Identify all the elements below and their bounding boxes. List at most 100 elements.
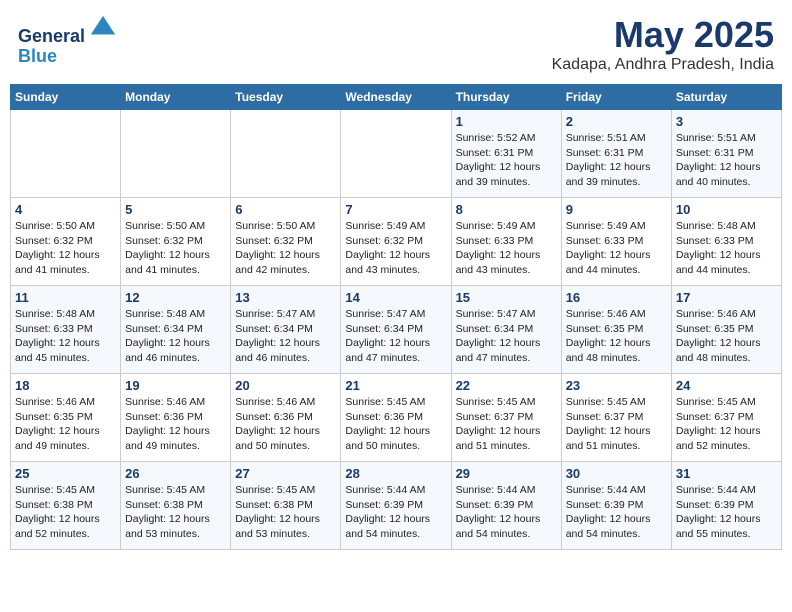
logo: General Blue — [18, 14, 117, 67]
weekday-header-sunday: Sunday — [11, 85, 121, 110]
day-number: 12 — [125, 290, 226, 305]
calendar-cell: 1Sunrise: 5:52 AM Sunset: 6:31 PM Daylig… — [451, 110, 561, 198]
day-info: Sunrise: 5:44 AM Sunset: 6:39 PM Dayligh… — [566, 483, 667, 542]
day-number: 22 — [456, 378, 557, 393]
day-number: 20 — [235, 378, 336, 393]
day-info: Sunrise: 5:48 AM Sunset: 6:34 PM Dayligh… — [125, 307, 226, 366]
calendar-cell: 27Sunrise: 5:45 AM Sunset: 6:38 PM Dayli… — [231, 462, 341, 550]
calendar-cell: 30Sunrise: 5:44 AM Sunset: 6:39 PM Dayli… — [561, 462, 671, 550]
calendar-cell: 11 Sunrise: 5:48 AM Sunset: 6:33 PM Dayli… — [11, 286, 121, 374]
calendar-table: SundayMondayTuesdayWednesdayThursdayFrid… — [10, 84, 782, 550]
weekday-header-tuesday: Tuesday — [231, 85, 341, 110]
day-info: Sunrise: 5:44 AM Sunset: 6:39 PM Dayligh… — [456, 483, 557, 542]
day-number: 24 — [676, 378, 777, 393]
calendar-cell: 6 Sunrise: 5:50 AM Sunset: 6:32 PM Daylig… — [231, 198, 341, 286]
day-number: 10 — [676, 202, 777, 217]
calendar-cell: 25Sunrise: 5:45 AM Sunset: 6:38 PM Dayli… — [11, 462, 121, 550]
day-number: 2 — [566, 114, 667, 129]
calendar-cell: 26Sunrise: 5:45 AM Sunset: 6:38 PM Dayli… — [121, 462, 231, 550]
day-number: 11 — [15, 290, 116, 305]
day-info: Sunrise: 5:50 AM Sunset: 6:32 PM Dayligh… — [15, 219, 116, 278]
calendar-cell: 2 Sunrise: 5:51 AM Sunset: 6:31 PM Daylig… — [561, 110, 671, 198]
calendar-cell — [231, 110, 341, 198]
day-info: Sunrise: 5:46 AM Sunset: 6:36 PM Dayligh… — [125, 395, 226, 454]
day-number: 25 — [15, 466, 116, 481]
calendar-cell: 8Sunrise: 5:49 AM Sunset: 6:33 PM Daylig… — [451, 198, 561, 286]
day-number: 23 — [566, 378, 667, 393]
day-number: 4 — [15, 202, 116, 217]
day-info: Sunrise: 5:45 AM Sunset: 6:37 PM Dayligh… — [676, 395, 777, 454]
weekday-header-saturday: Saturday — [671, 85, 781, 110]
day-info: Sunrise: 5:49 AM Sunset: 6:33 PM Dayligh… — [456, 219, 557, 278]
title-block: May 2025 Kadapa, Andhra Pradesh, India — [552, 14, 774, 74]
location-title: Kadapa, Andhra Pradesh, India — [552, 56, 774, 74]
day-number: 13 — [235, 290, 336, 305]
calendar-cell: 16Sunrise: 5:46 AM Sunset: 6:35 PM Dayli… — [561, 286, 671, 374]
day-info: Sunrise: 5:44 AM Sunset: 6:39 PM Dayligh… — [676, 483, 777, 542]
logo-icon — [89, 14, 117, 42]
day-info: Sunrise: 5:48 AM Sunset: 6:33 PM Dayligh… — [676, 219, 777, 278]
calendar-cell: 24 Sunrise: 5:45 AM Sunset: 6:37 PM Dayli… — [671, 374, 781, 462]
weekday-header-thursday: Thursday — [451, 85, 561, 110]
calendar-cell: 4 Sunrise: 5:50 AM Sunset: 6:32 PM Daylig… — [11, 198, 121, 286]
calendar-cell: 31 Sunrise: 5:44 AM Sunset: 6:39 PM Dayli… — [671, 462, 781, 550]
day-info: Sunrise: 5:49 AM Sunset: 6:32 PM Dayligh… — [345, 219, 446, 278]
day-number: 14 — [345, 290, 446, 305]
day-number: 18 — [15, 378, 116, 393]
day-info: Sunrise: 5:45 AM Sunset: 6:37 PM Dayligh… — [456, 395, 557, 454]
calendar-cell: 21Sunrise: 5:45 AM Sunset: 6:36 PM Dayli… — [341, 374, 451, 462]
calendar-cell: 18Sunrise: 5:46 AM Sunset: 6:35 PM Dayli… — [11, 374, 121, 462]
day-info: Sunrise: 5:47 AM Sunset: 6:34 PM Dayligh… — [235, 307, 336, 366]
day-info: Sunrise: 5:45 AM Sunset: 6:38 PM Dayligh… — [125, 483, 226, 542]
day-info: Sunrise: 5:51 AM Sunset: 6:31 PM Dayligh… — [566, 131, 667, 190]
day-number: 31 — [676, 466, 777, 481]
weekday-header-friday: Friday — [561, 85, 671, 110]
weekday-header-wednesday: Wednesday — [341, 85, 451, 110]
day-number: 5 — [125, 202, 226, 217]
day-info: Sunrise: 5:51 AM Sunset: 6:31 PM Dayligh… — [676, 131, 777, 190]
day-number: 28 — [345, 466, 446, 481]
day-info: Sunrise: 5:44 AM Sunset: 6:39 PM Dayligh… — [345, 483, 446, 542]
logo-blue: Blue — [18, 47, 117, 67]
calendar-cell: 29 Sunrise: 5:44 AM Sunset: 6:39 PM Dayli… — [451, 462, 561, 550]
month-title: May 2025 — [552, 14, 774, 56]
calendar-cell: 12 Sunrise: 5:48 AM Sunset: 6:34 PM Dayli… — [121, 286, 231, 374]
calendar-cell — [341, 110, 451, 198]
calendar-cell: 19 Sunrise: 5:46 AM Sunset: 6:36 PM Dayli… — [121, 374, 231, 462]
calendar-cell — [121, 110, 231, 198]
day-number: 15 — [456, 290, 557, 305]
calendar-cell: 7 Sunrise: 5:49 AM Sunset: 6:32 PM Daylig… — [341, 198, 451, 286]
page-header: General Blue May 2025 Kadapa, Andhra Pra… — [10, 10, 782, 78]
day-info: Sunrise: 5:50 AM Sunset: 6:32 PM Dayligh… — [235, 219, 336, 278]
logo-general: General — [18, 26, 85, 46]
calendar-cell: 15 Sunrise: 5:47 AM Sunset: 6:34 PM Dayli… — [451, 286, 561, 374]
day-number: 19 — [125, 378, 226, 393]
logo-text: General — [18, 14, 117, 47]
day-info: Sunrise: 5:48 AM Sunset: 6:33 PM Dayligh… — [15, 307, 116, 366]
day-info: Sunrise: 5:46 AM Sunset: 6:35 PM Dayligh… — [676, 307, 777, 366]
calendar-cell — [11, 110, 121, 198]
day-info: Sunrise: 5:47 AM Sunset: 6:34 PM Dayligh… — [456, 307, 557, 366]
day-number: 3 — [676, 114, 777, 129]
calendar-cell: 28 Sunrise: 5:44 AM Sunset: 6:39 PM Dayli… — [341, 462, 451, 550]
day-number: 17 — [676, 290, 777, 305]
calendar-cell: 22 Sunrise: 5:45 AM Sunset: 6:37 PM Dayli… — [451, 374, 561, 462]
day-info: Sunrise: 5:52 AM Sunset: 6:31 PM Dayligh… — [456, 131, 557, 190]
day-number: 21 — [345, 378, 446, 393]
day-number: 7 — [345, 202, 446, 217]
day-info: Sunrise: 5:46 AM Sunset: 6:35 PM Dayligh… — [566, 307, 667, 366]
calendar-cell: 17 Sunrise: 5:46 AM Sunset: 6:35 PM Dayli… — [671, 286, 781, 374]
calendar-cell: 3 Sunrise: 5:51 AM Sunset: 6:31 PM Daylig… — [671, 110, 781, 198]
weekday-header-monday: Monday — [121, 85, 231, 110]
day-number: 29 — [456, 466, 557, 481]
day-info: Sunrise: 5:46 AM Sunset: 6:36 PM Dayligh… — [235, 395, 336, 454]
day-number: 27 — [235, 466, 336, 481]
day-info: Sunrise: 5:49 AM Sunset: 6:33 PM Dayligh… — [566, 219, 667, 278]
calendar-cell: 23 Sunrise: 5:45 AM Sunset: 6:37 PM Dayli… — [561, 374, 671, 462]
day-info: Sunrise: 5:47 AM Sunset: 6:34 PM Dayligh… — [345, 307, 446, 366]
day-number: 6 — [235, 202, 336, 217]
day-info: Sunrise: 5:45 AM Sunset: 6:37 PM Dayligh… — [566, 395, 667, 454]
day-number: 9 — [566, 202, 667, 217]
calendar-cell: 20 Sunrise: 5:46 AM Sunset: 6:36 PM Dayli… — [231, 374, 341, 462]
calendar-cell: 10 Sunrise: 5:48 AM Sunset: 6:33 PM Dayli… — [671, 198, 781, 286]
